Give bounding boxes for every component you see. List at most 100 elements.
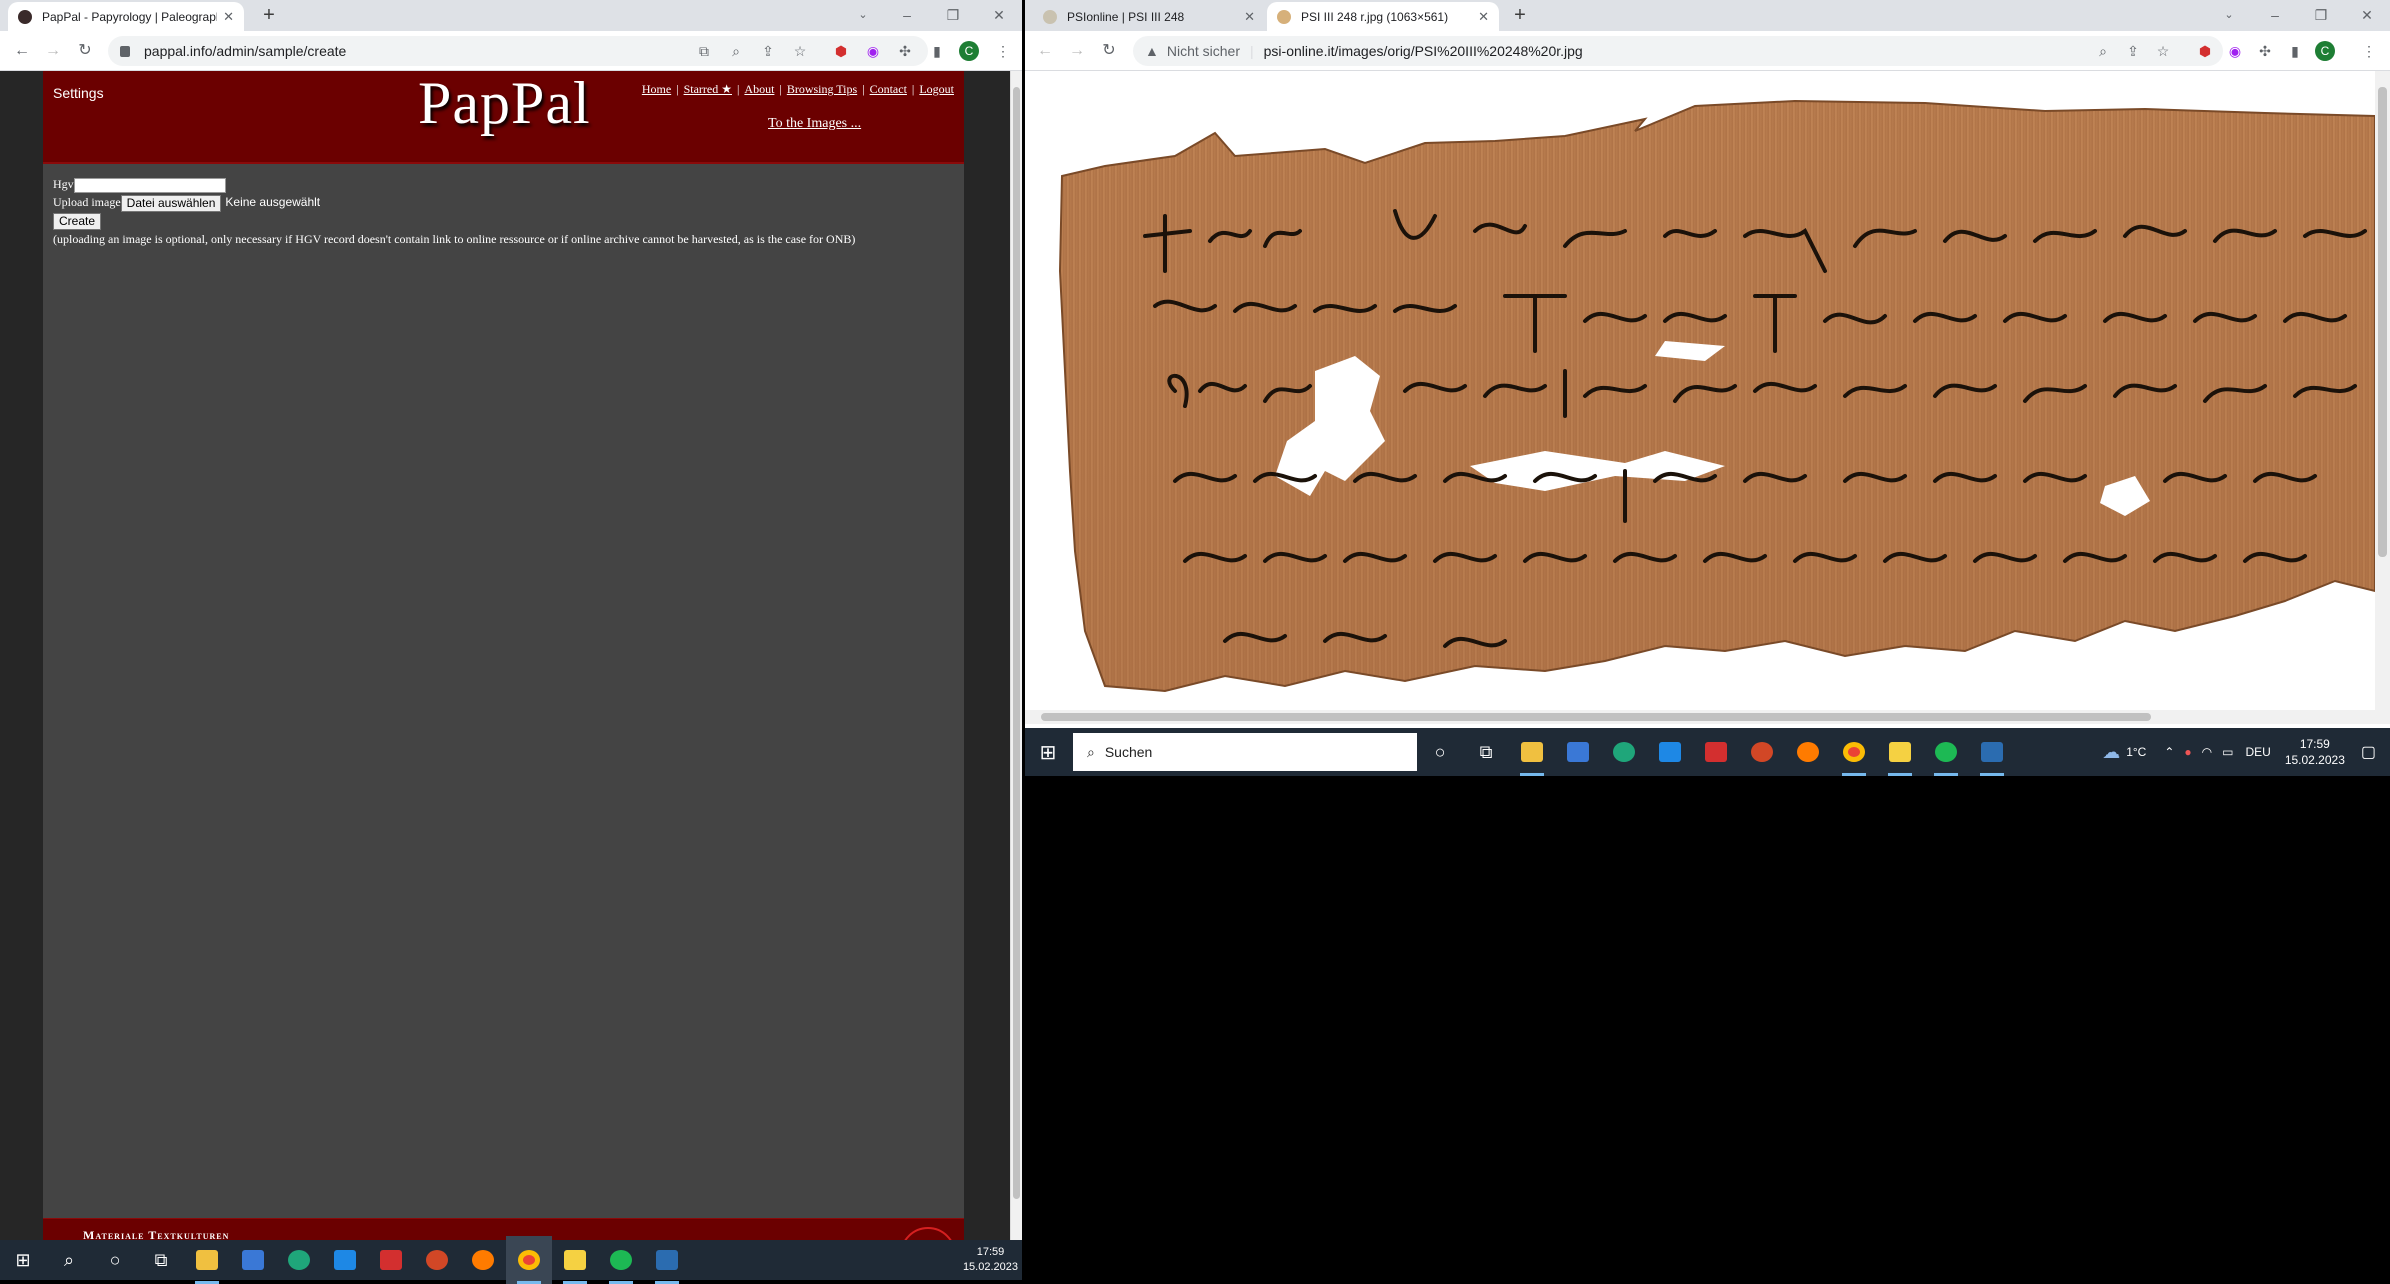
edge-icon[interactable] (276, 1236, 322, 1284)
notes-icon[interactable] (552, 1236, 598, 1284)
side-panel-icon[interactable]: ▮ (2287, 43, 2303, 59)
weather-icon[interactable]: ☁ (2102, 742, 2120, 763)
extension-purple-icon[interactable]: ◉ (865, 43, 881, 59)
scrollbar-thumb[interactable] (2378, 87, 2387, 557)
bookmark-star-icon[interactable]: ☆ (2155, 43, 2171, 59)
start-icon[interactable]: ⊞ (1025, 728, 1071, 776)
spotify-icon[interactable] (598, 1236, 644, 1284)
back-icon[interactable]: ← (1035, 41, 1055, 61)
scrollbar-thumb[interactable] (1041, 713, 2151, 721)
address-bar[interactable]: ▲ Nicht sicher | psi-online.it/images/or… (1133, 36, 2223, 66)
share-icon[interactable]: ⇪ (2125, 43, 2141, 59)
scrollbar-thumb[interactable] (1013, 87, 1020, 1199)
extension-red-icon[interactable]: ⬢ (833, 43, 849, 59)
hgv-input[interactable] (73, 177, 226, 193)
zoom-icon[interactable]: ⌕ (728, 43, 744, 59)
nav-browsing-tips[interactable]: Browsing Tips (787, 82, 857, 96)
cortana-icon[interactable]: ○ (1417, 728, 1463, 776)
file-explorer-icon[interactable] (1509, 728, 1555, 776)
tray-chevron-icon[interactable]: ⌃ (2164, 745, 2174, 759)
notes-icon[interactable] (1877, 728, 1923, 776)
new-tab-button[interactable]: + (257, 4, 281, 27)
extensions-puzzle-icon[interactable]: ✣ (897, 43, 913, 59)
forward-icon[interactable]: → (1067, 41, 1087, 61)
settings-link[interactable]: Settings (53, 85, 104, 101)
reload-icon[interactable]: ↻ (1099, 41, 1119, 61)
share-icon[interactable]: ⇪ (760, 43, 776, 59)
menu-icon[interactable]: ⋮ (995, 43, 1011, 59)
extension-purple-icon[interactable]: ◉ (2227, 43, 2243, 59)
translate-icon[interactable]: ⧉ (696, 43, 712, 59)
tray-app-icon[interactable]: ● (2184, 745, 2191, 759)
choose-file-button[interactable]: Datei auswählen (120, 194, 222, 212)
nav-logout[interactable]: Logout (919, 82, 954, 96)
nav-starred[interactable]: Starred ★ (684, 82, 732, 96)
spotify-icon[interactable] (1923, 728, 1969, 776)
photos-icon[interactable] (1969, 728, 2015, 776)
file-explorer-icon[interactable] (184, 1236, 230, 1284)
menu-icon[interactable]: ⋮ (2361, 43, 2377, 59)
battery-icon[interactable]: ▭ (2222, 745, 2233, 759)
tab-psionline[interactable]: PSIonline | PSI III 248 ✕ (1033, 2, 1265, 31)
task-view-icon[interactable]: ⧉ (1463, 728, 1509, 776)
minimize-icon[interactable]: – (884, 0, 930, 31)
store-icon[interactable] (1555, 728, 1601, 776)
powerpoint-icon[interactable] (1739, 728, 1785, 776)
start-icon[interactable]: ⊞ (0, 1236, 46, 1284)
photos-icon[interactable] (644, 1236, 690, 1284)
close-tab-icon[interactable]: ✕ (1478, 9, 1489, 25)
taskbar-clock[interactable]: 17:59 15.02.2023 (963, 1245, 1018, 1275)
close-tab-icon[interactable]: ✕ (223, 9, 234, 25)
acrobat-icon[interactable] (1693, 728, 1739, 776)
to-images-link[interactable]: To the Images ... (768, 116, 861, 132)
minimize-icon[interactable]: – (2252, 0, 2298, 31)
language-indicator[interactable]: DEU (2245, 745, 2270, 759)
weather-temp[interactable]: 1°C (2126, 745, 2146, 759)
close-tab-icon[interactable]: ✕ (1244, 9, 1255, 25)
vertical-scrollbar[interactable] (2375, 71, 2390, 724)
side-panel-icon[interactable]: ▮ (929, 43, 945, 59)
cortana-icon[interactable]: ○ (92, 1236, 138, 1284)
firefox-icon[interactable] (1785, 728, 1831, 776)
powerpoint-icon[interactable] (414, 1236, 460, 1284)
profile-avatar[interactable]: C (959, 41, 979, 61)
acrobat-icon[interactable] (368, 1236, 414, 1284)
bookmark-star-icon[interactable]: ☆ (792, 43, 808, 59)
tab-search-icon[interactable]: ⌄ (840, 0, 886, 31)
mail-icon[interactable] (322, 1236, 368, 1284)
firefox-icon[interactable] (460, 1236, 506, 1284)
notifications-icon[interactable]: ▢ (2361, 742, 2376, 762)
back-icon[interactable]: ← (12, 41, 32, 61)
restore-icon[interactable]: ❐ (930, 0, 976, 31)
forward-icon[interactable]: → (43, 41, 63, 61)
close-window-icon[interactable]: ✕ (976, 0, 1022, 31)
nav-home[interactable]: Home (642, 82, 671, 96)
reload-icon[interactable]: ↻ (75, 41, 95, 61)
chrome-icon[interactable] (506, 1236, 552, 1284)
tab-psi-image[interactable]: PSI III 248 r.jpg (1063×561) ✕ (1267, 2, 1499, 31)
chrome-icon[interactable] (1831, 728, 1877, 776)
task-view-icon[interactable]: ⧉ (138, 1236, 184, 1284)
tab-search-icon[interactable]: ⌄ (2206, 0, 2252, 31)
new-tab-button[interactable]: + (1508, 4, 1532, 27)
search-icon[interactable]: ⌕ (46, 1236, 92, 1284)
tab-pappal[interactable]: PapPal - Papyrology | Paleograph ✕ (8, 2, 244, 31)
restore-icon[interactable]: ❐ (2298, 0, 2344, 31)
nav-contact[interactable]: Contact (870, 82, 907, 96)
taskbar-search[interactable]: ⌕ Suchen (1073, 733, 1417, 771)
nav-about[interactable]: About (744, 82, 774, 96)
create-button[interactable]: Create (53, 212, 102, 230)
site-logo[interactable]: PapPal (418, 69, 591, 138)
page-scrollbar[interactable] (1010, 71, 1022, 1240)
extension-red-icon[interactable]: ⬢ (2197, 43, 2213, 59)
profile-avatar[interactable]: C (2315, 41, 2335, 61)
zoom-icon[interactable]: ⌕ (2095, 43, 2111, 59)
mail-icon[interactable] (1647, 728, 1693, 776)
close-window-icon[interactable]: ✕ (2344, 0, 2390, 31)
papyrus-fragment[interactable] (1025, 71, 2375, 710)
edge-icon[interactable] (1601, 728, 1647, 776)
wifi-icon[interactable]: ◠ (2202, 745, 2212, 759)
horizontal-scrollbar[interactable] (1025, 710, 2375, 724)
taskbar-clock[interactable]: 17:59 15.02.2023 (2285, 736, 2345, 768)
store-icon[interactable] (230, 1236, 276, 1284)
